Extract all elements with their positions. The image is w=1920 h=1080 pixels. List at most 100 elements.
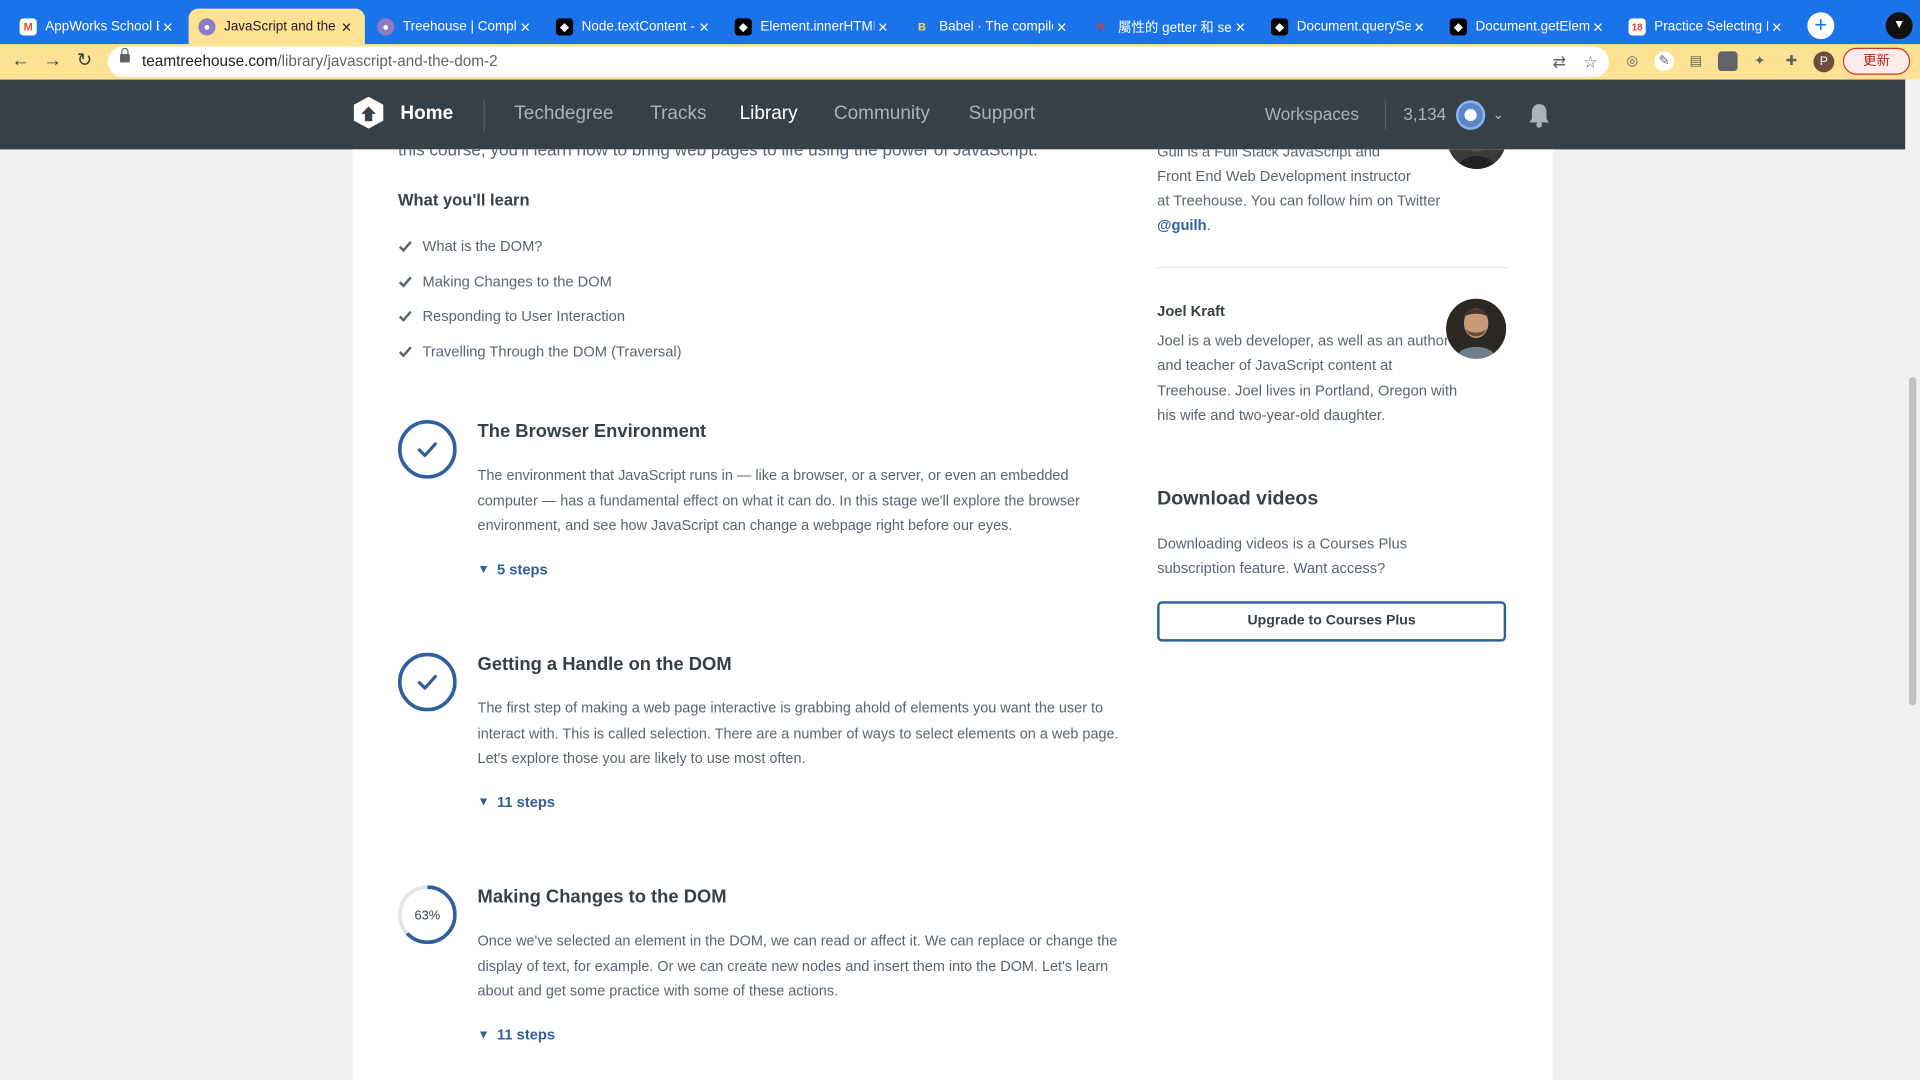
course-page: this course, you'll learn how to bring w…: [352, 149, 1553, 1080]
progress-percent: 63%: [414, 908, 440, 923]
eyedropper-icon[interactable]: ✎: [1654, 51, 1674, 72]
treehouse-logo-icon[interactable]: [353, 96, 385, 130]
pin-icon[interactable]: ✦: [1750, 51, 1770, 71]
close-tab-icon[interactable]: ×: [874, 17, 891, 37]
upgrade-courses-plus-button[interactable]: Upgrade to Courses Plus: [1157, 601, 1507, 642]
stage-steps-toggle[interactable]: ▼ 5 steps: [478, 561, 548, 578]
extension-icon[interactable]: ◎: [1622, 51, 1642, 71]
browser-tab[interactable]: ✕ 屬性的 getter 和 sett ×: [1082, 9, 1258, 46]
extension-icon[interactable]: ▤: [1686, 51, 1706, 71]
back-icon[interactable]: ←: [9, 49, 33, 73]
tab-title: AppWorks School B: [45, 19, 160, 35]
stage-complete-icon: [397, 652, 457, 712]
notification-bell-icon[interactable]: [1527, 102, 1551, 129]
learn-item-label: Making Changes to the DOM: [422, 273, 612, 291]
close-tab-icon[interactable]: ×: [1411, 17, 1428, 37]
download-videos-description: Downloading videos is a Courses Plus sub…: [1157, 535, 1408, 578]
chevron-down-icon: ▼: [477, 1027, 490, 1042]
mdn-icon: ◆: [1449, 18, 1467, 36]
nav-library[interactable]: Library: [740, 103, 798, 125]
twitter-handle-link[interactable]: @guilh: [1157, 217, 1206, 234]
close-tab-icon[interactable]: ×: [338, 17, 355, 37]
nav-divider: [1384, 100, 1387, 130]
stage-description: The environment that JavaScript runs in …: [477, 466, 1080, 534]
url-text: teamtreehouse.com/library/javascript-and…: [142, 52, 498, 70]
nav-support[interactable]: Support: [969, 103, 1035, 125]
translate-icon[interactable]: ⇄: [1553, 53, 1566, 73]
puzzle-icon[interactable]: ✚: [1782, 51, 1802, 71]
close-tab-icon[interactable]: ×: [159, 17, 176, 37]
chevron-down-icon: ▼: [477, 795, 490, 809]
browser-tab[interactable]: ◆ Node.textContent - ×: [546, 9, 722, 46]
update-button[interactable]: 更新: [1842, 47, 1911, 75]
browser-tab[interactable]: ● Treehouse | Comple ×: [367, 9, 543, 46]
learn-item-label: Travelling Through the DOM (Traversal): [422, 342, 682, 361]
stage-description: The first step of making a web page inte…: [477, 699, 1119, 767]
close-tab-icon[interactable]: ×: [1232, 17, 1249, 37]
tab-title: Babel · The compiler: [939, 19, 1054, 35]
tab-search-icon[interactable]: ▼: [1885, 12, 1913, 40]
stage-steps-toggle[interactable]: ▼ 11 steps: [478, 793, 555, 810]
new-tab-button[interactable]: +: [1807, 12, 1835, 40]
checkmark-icon: [398, 346, 412, 358]
mdn-icon: ◆: [1271, 18, 1289, 36]
close-tab-icon[interactable]: ×: [517, 17, 534, 37]
extension-icon[interactable]: [1717, 51, 1738, 72]
close-tab-icon[interactable]: ×: [696, 17, 713, 37]
checkmark-icon: [398, 310, 412, 323]
user-avatar[interactable]: [1455, 100, 1486, 130]
treehouse-icon: ●: [198, 18, 216, 36]
sidebar-divider: [1157, 266, 1508, 269]
browser-tab[interactable]: ◆ Document.querySel ×: [1261, 9, 1437, 46]
browser-tab[interactable]: ◆ Element.innerHTML ×: [725, 9, 901, 46]
instructor-bio-line: at Treehouse. You can follow him on Twit…: [1157, 192, 1441, 210]
close-tab-icon[interactable]: ×: [1053, 17, 1070, 37]
tab-title: Practice Selecting D: [1654, 19, 1769, 35]
steps-count: 11 steps: [497, 1026, 556, 1044]
steps-count: 11 steps: [497, 793, 556, 811]
gmail-icon: M: [19, 18, 37, 36]
close-tab-icon[interactable]: ×: [1768, 17, 1785, 37]
browser-tab[interactable]: 18 Practice Selecting D ×: [1619, 9, 1795, 46]
browser-tab-active[interactable]: ● JavaScript and the D ×: [188, 8, 365, 46]
learn-item-label: What is the DOM?: [422, 237, 543, 255]
treehouse-icon: ●: [377, 18, 395, 36]
scrollbar-thumb[interactable]: [1908, 377, 1917, 706]
babel-icon: B: [918, 20, 927, 34]
reload-icon[interactable]: ↻: [72, 49, 96, 73]
forward-icon[interactable]: →: [40, 49, 64, 73]
points-count: 3,134: [1403, 104, 1447, 124]
address-bar[interactable]: teamtreehouse.com/library/javascript-and…: [107, 46, 1609, 78]
nav-home[interactable]: Home: [400, 103, 453, 125]
course-intro: this course, you'll learn how to bring w…: [398, 149, 1038, 159]
browser-tab[interactable]: B Babel · The compiler ×: [904, 9, 1080, 46]
download-videos-heading: Download videos: [1157, 488, 1319, 510]
profile-avatar[interactable]: P: [1813, 51, 1835, 73]
instructor-bio: Joel is a web developer, as well as an a…: [1157, 331, 1458, 424]
stage-title[interactable]: Making Changes to the DOM: [478, 887, 727, 908]
stage-title[interactable]: The Browser Environment: [478, 421, 707, 442]
nav-tracks[interactable]: Tracks: [650, 103, 706, 125]
stage-description: Once we've selected an element in the DO…: [477, 931, 1118, 1000]
close-tab-icon[interactable]: ×: [1589, 17, 1606, 37]
nav-techdegree[interactable]: Techdegree: [514, 103, 613, 125]
nav-divider: [483, 99, 485, 132]
learn-item: Making Changes to the DOM: [398, 273, 612, 290]
bookmark-star-icon[interactable]: ☆: [1583, 53, 1597, 73]
nav-workspaces[interactable]: Workspaces: [1265, 104, 1359, 124]
site-icon: ✕: [1096, 20, 1106, 33]
what-youll-learn-heading: What you'll learn: [397, 191, 530, 210]
stage-title[interactable]: Getting a Handle on the DOM: [478, 654, 732, 675]
instructor-bio-line: Front End Web Development instructor: [1157, 167, 1411, 185]
mdn-icon: ◆: [555, 18, 574, 36]
browser-tab[interactable]: M AppWorks School B ×: [10, 9, 186, 46]
chevron-down-icon: ▼: [477, 562, 490, 577]
stage-steps-toggle[interactable]: ▼ 11 steps: [478, 1026, 555, 1043]
tab-title: Document.querySel: [1296, 19, 1411, 35]
mdn-icon: ◆: [734, 18, 752, 36]
browser-tab[interactable]: ◆ Document.getEleme ×: [1440, 9, 1616, 46]
page-scrollbar[interactable]: [1905, 79, 1920, 1080]
stage-complete-icon: [397, 420, 457, 479]
nav-community[interactable]: Community: [834, 103, 930, 125]
chevron-down-icon[interactable]: ⌄: [1493, 107, 1504, 123]
